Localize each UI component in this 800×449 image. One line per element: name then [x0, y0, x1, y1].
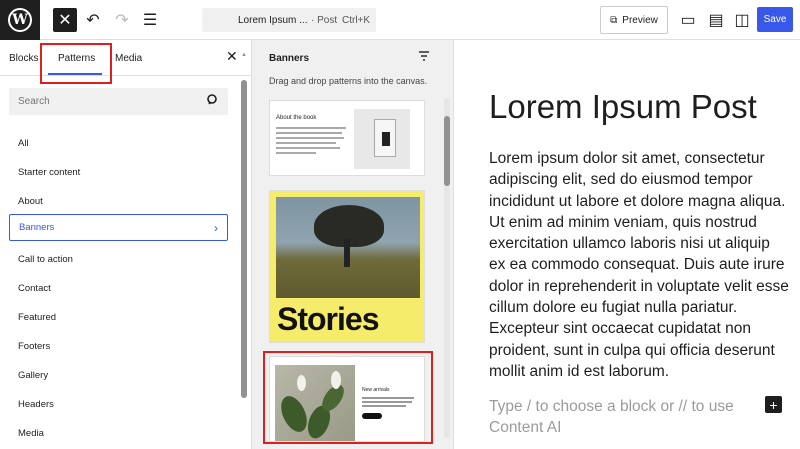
- filter-icon[interactable]: [418, 50, 430, 65]
- text-line: [276, 137, 344, 139]
- editor-canvas: Lorem Ipsum Post Lorem ipsum dolor sit a…: [455, 40, 800, 449]
- content-ai-icon[interactable]: ▤: [704, 8, 728, 32]
- document-type: · Post: [311, 14, 338, 26]
- close-inserter-icon[interactable]: ✕: [53, 8, 77, 32]
- pattern-scrollbar[interactable]: [444, 98, 450, 438]
- pattern-card-stories[interactable]: Stories: [269, 190, 425, 343]
- text-line: [276, 127, 346, 129]
- book-image: [374, 119, 396, 157]
- category-media[interactable]: Media: [9, 420, 228, 447]
- category-headers[interactable]: Headers: [9, 391, 228, 418]
- highlight-box-pattern-card: [263, 351, 433, 444]
- tab-blocks[interactable]: Blocks: [9, 40, 38, 76]
- search-icon: [206, 93, 220, 110]
- undo-icon[interactable]: ↶: [81, 8, 105, 32]
- add-block-icon[interactable]: +: [765, 396, 782, 413]
- highlight-box-patterns-tab: [40, 43, 112, 84]
- category-footers[interactable]: Footers: [9, 333, 228, 360]
- device-preview-icon[interactable]: ▭: [676, 8, 700, 32]
- settings-sidebar-icon[interactable]: ◫: [730, 8, 754, 32]
- category-contact[interactable]: Contact: [9, 275, 228, 302]
- pattern-card-heading: Stories: [277, 301, 379, 337]
- pattern-card-title: About the book: [276, 115, 317, 121]
- search-placeholder: Search: [18, 96, 50, 107]
- list-view-icon[interactable]: ☰: [138, 8, 162, 32]
- scrollbar-thumb[interactable]: [241, 80, 247, 398]
- pattern-panel-description: Drag and drop patterns into the canvas.: [269, 76, 428, 86]
- category-about[interactable]: About: [9, 188, 228, 215]
- editor-top-bar: W ✕ ↶ ↷ ☰ Lorem Ipsum ... · Post Ctrl+K …: [0, 0, 800, 40]
- post-title[interactable]: Lorem Ipsum Post: [489, 88, 757, 126]
- tree-trunk: [344, 239, 350, 267]
- scroll-up-arrow-icon[interactable]: ▲: [241, 52, 247, 58]
- category-all[interactable]: All: [9, 130, 228, 157]
- category-featured[interactable]: Featured: [9, 304, 228, 331]
- pattern-card-about-the-book[interactable]: About the book: [269, 100, 425, 176]
- document-title: Lorem Ipsum ...: [238, 14, 308, 26]
- redo-icon[interactable]: ↷: [110, 8, 134, 32]
- preview-label: Preview: [622, 14, 658, 26]
- preview-button[interactable]: ⧉ Preview: [600, 6, 668, 34]
- category-starter-content[interactable]: Starter content: [9, 159, 228, 186]
- pattern-category-heading: Banners: [269, 53, 310, 64]
- tab-media[interactable]: Media: [115, 40, 142, 76]
- search-input[interactable]: Search: [9, 88, 228, 115]
- category-banners[interactable]: Banners ›: [9, 214, 228, 241]
- pattern-preview-panel: Banners Drag and drop patterns into the …: [252, 40, 454, 449]
- command-shortcut: Ctrl+K: [342, 14, 371, 26]
- inserter-tabs: Blocks Patterns Media ✕: [0, 40, 252, 76]
- text-line: [276, 132, 342, 134]
- text-line: [276, 152, 316, 154]
- block-placeholder[interactable]: Type / to choose a block or // to use Co…: [489, 396, 759, 439]
- close-icon[interactable]: ✕: [226, 48, 238, 65]
- document-bar[interactable]: Lorem Ipsum ... · Post Ctrl+K: [202, 8, 376, 32]
- scrollbar-thumb[interactable]: [444, 116, 450, 186]
- chevron-right-icon: ›: [214, 220, 218, 235]
- category-scrollbar[interactable]: [241, 80, 247, 398]
- text-line: [276, 147, 340, 149]
- save-button[interactable]: Save: [757, 7, 793, 32]
- category-call-to-action[interactable]: Call to action: [9, 246, 228, 273]
- wordpress-logo-icon[interactable]: W: [0, 0, 40, 40]
- block-inserter-panel: Blocks Patterns Media ✕ ▲ Search All Sta…: [0, 40, 252, 449]
- category-banners-label: Banners: [19, 222, 55, 233]
- landscape-photo: [276, 197, 420, 298]
- text-line: [276, 142, 336, 144]
- post-paragraph[interactable]: Lorem ipsum dolor sit amet, consectetur …: [489, 148, 789, 382]
- category-gallery[interactable]: Gallery: [9, 362, 228, 389]
- external-link-icon: ⧉: [610, 14, 618, 26]
